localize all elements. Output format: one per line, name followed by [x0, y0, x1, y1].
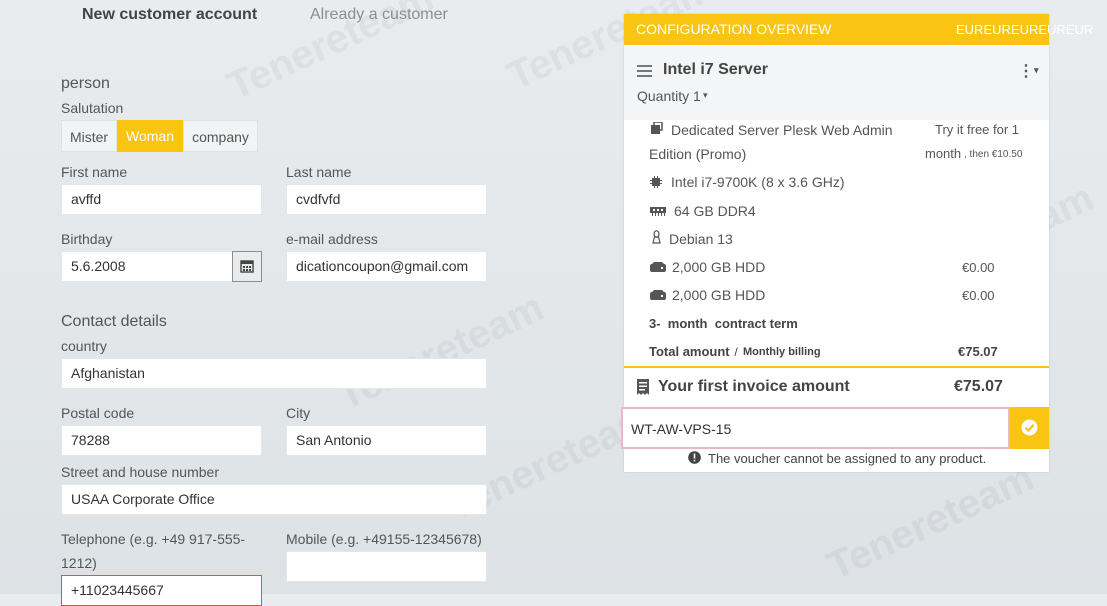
birthday-field[interactable]: 5.6.2008	[61, 251, 233, 282]
linux-icon	[652, 230, 661, 244]
item-hdd2-text: 2,000 GB HDD	[672, 287, 766, 303]
mobile-field[interactable]	[286, 551, 487, 582]
item-ram-text: 64 GB DDR4	[674, 203, 756, 219]
total-label: Total amount	[649, 344, 730, 359]
city-field[interactable]: San Antonio	[286, 425, 487, 456]
telephone-field[interactable]: +11023445667	[61, 575, 262, 606]
plesk-icon	[651, 122, 663, 134]
menu-icon[interactable]	[637, 64, 653, 78]
total-value: €75.07	[958, 344, 998, 359]
item-plesk-price-month: month	[925, 146, 962, 161]
quantity-label: Quantity	[637, 88, 690, 104]
first-name-label: First name	[61, 164, 128, 180]
billing-label: Monthly billing	[743, 346, 821, 358]
country-label: country	[61, 338, 107, 354]
watermark-text: Tenereteam	[820, 455, 1041, 589]
invoice-label: Your first invoice amount	[658, 378, 850, 395]
tab-already-customer[interactable]: Already a customer	[310, 6, 448, 24]
item-plesk-text-cont: Edition (Promo)	[649, 146, 747, 162]
configuration-panel: CONFIGURATION OVERVIEW EUREUREUREUREUR I…	[621, 14, 1093, 472]
last-name-label: Last name	[286, 164, 352, 180]
check-circle-icon	[1021, 419, 1038, 436]
quantity-dropdown-icon[interactable]: ▾	[703, 90, 708, 101]
ram-icon	[650, 207, 666, 216]
telephone-label-cont: 1212)	[61, 555, 97, 571]
currency-switcher[interactable]: EUREUREUREUREUR	[956, 22, 1093, 37]
contract-term: 3- month contract term	[649, 316, 798, 331]
birthday-label: Birthday	[61, 231, 113, 247]
calendar-icon	[240, 260, 254, 273]
watermark-text: Tenereteam	[330, 285, 551, 419]
total-separator: /	[731, 345, 742, 359]
email-label: e-mail address	[286, 231, 378, 247]
item-plesk-price: Try it free for 1	[935, 122, 1020, 137]
cpu-icon	[650, 176, 662, 188]
calendar-button[interactable]	[232, 251, 262, 282]
postal-code-label: Postal code	[61, 405, 135, 421]
item-os-text: Debian 13	[669, 231, 733, 247]
alert-icon	[688, 451, 701, 464]
salutation-company-button[interactable]: company	[183, 120, 258, 152]
telephone-label: Telephone (e.g. +49 917-555-	[61, 531, 246, 547]
invoice-divider	[624, 366, 1049, 368]
street-label: Street and house number	[61, 464, 219, 480]
postal-code-field[interactable]: 78288	[61, 425, 262, 456]
first-name-field[interactable]: avffd	[61, 184, 262, 215]
server-box: Intel i7 Server ⋮▾ Quantity 1 ▾	[624, 45, 1049, 120]
panel-title: CONFIGURATION OVERVIEW	[636, 21, 832, 37]
voucher-error-text: The voucher cannot be assigned to any pr…	[708, 451, 987, 466]
item-hdd1-price: €0.00	[962, 260, 995, 275]
salutation-label: Salutation	[61, 100, 124, 116]
salutation-woman-button[interactable]: Woman	[117, 120, 183, 152]
quantity-value[interactable]: 1	[693, 88, 701, 104]
salutation-mister-button[interactable]: Mister	[61, 120, 117, 152]
contact-section-title: Contact details	[61, 313, 167, 330]
country-select[interactable]: Afghanistan	[61, 358, 487, 389]
invoice-value: €75.07	[954, 378, 1003, 395]
tab-new-customer[interactable]: New customer account	[82, 6, 257, 24]
panel-header: CONFIGURATION OVERVIEW EUREUREUREUREUR	[624, 14, 1093, 45]
receipt-icon	[637, 379, 649, 395]
hdd-icon	[650, 262, 666, 272]
person-section-title: person	[61, 75, 110, 92]
voucher-apply-button[interactable]	[1010, 407, 1049, 449]
item-hdd2-price: €0.00	[962, 288, 995, 303]
item-plesk-text: Dedicated Server Plesk Web Admin	[671, 122, 893, 138]
city-label: City	[286, 405, 311, 421]
last-name-field[interactable]: cvdfvfd	[286, 184, 487, 215]
more-options-icon[interactable]: ⋮▾	[1018, 61, 1039, 81]
voucher-field[interactable]: WT-AW-VPS-15	[621, 407, 1010, 449]
mobile-label: Mobile (e.g. +49155-12345678)	[286, 531, 482, 547]
street-field[interactable]: USAA Corporate Office	[61, 484, 487, 515]
item-hdd1-text: 2,000 GB HDD	[672, 259, 766, 275]
server-name: Intel i7 Server	[663, 61, 768, 78]
email-field[interactable]: dicationcoupon@gmail.com	[286, 251, 487, 282]
item-cpu-text: Intel i7-9700K (8 x 3.6 GHz)	[671, 174, 845, 190]
hdd-icon	[650, 290, 666, 300]
item-plesk-price-then: , then €10.50	[964, 149, 1023, 160]
